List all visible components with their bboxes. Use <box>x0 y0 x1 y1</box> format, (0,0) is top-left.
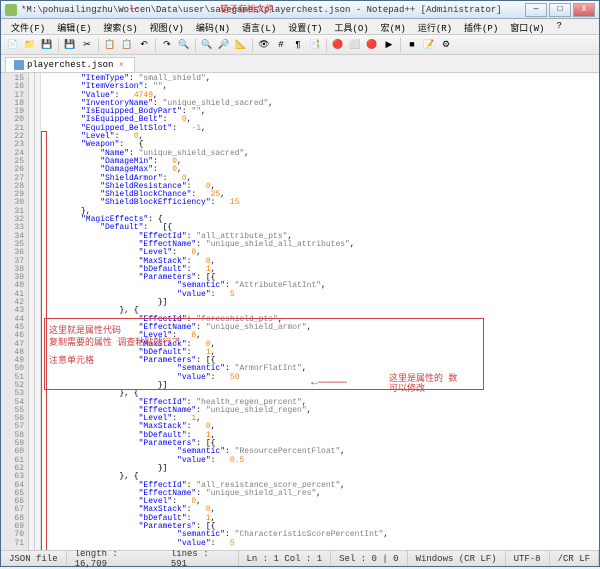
toolbar-btn-16[interactable]: 📑 <box>307 37 323 53</box>
status-sel: Sel : 0 | 0 <box>331 551 407 566</box>
toolbar-btn-8[interactable]: ↷ <box>159 37 175 53</box>
toolbar-btn-20[interactable]: ▶ <box>381 37 397 53</box>
toolbar-btn-2[interactable]: 💾 <box>39 37 55 53</box>
titlebar[interactable]: *M:\pohuailingzhu\Wolcen\Data\user\saveg… <box>1 1 599 19</box>
toolbar-btn-23[interactable]: ⚙ <box>438 37 454 53</box>
app-icon <box>5 4 17 16</box>
menu-工具(O)[interactable]: 工具(O) <box>328 19 374 34</box>
toolbar-btn-10[interactable]: 🔍 <box>199 37 215 53</box>
toolbar-btn-22[interactable]: 📝 <box>421 37 437 53</box>
toolbar-btn-21[interactable]: ■ <box>404 37 420 53</box>
toolbar-btn-12[interactable]: 📐 <box>233 37 249 53</box>
status-ins: /CR LF <box>550 551 599 566</box>
app-window: *M:\pohuailingzhu\Wolcen\Data\user\saveg… <box>0 0 600 567</box>
editor[interactable]: 15 16 17 18 19 20 21 22 23 24 25 26 27 2… <box>1 73 599 550</box>
tabbar: playerchest.json × ← 箱子存档文件 <box>1 55 599 73</box>
toolbar-btn-5[interactable]: 📋 <box>102 37 118 53</box>
tab-label: playerchest.json <box>27 60 113 70</box>
toolbar-btn-0[interactable]: 📄 <box>5 37 21 53</box>
code-content[interactable]: "ItemType": "small_shield","ItemVersion"… <box>41 73 599 550</box>
toolbar-btn-4[interactable]: ✂ <box>79 37 95 53</box>
menu-搜索(S)[interactable]: 搜索(S) <box>97 19 143 34</box>
status-length: length : 16,709 lines : 591 <box>67 551 239 566</box>
tab-close-icon[interactable]: × <box>116 60 126 70</box>
menu-编辑(E)[interactable]: 编辑(E) <box>51 19 97 34</box>
menu-窗口(W)[interactable]: 窗口(W) <box>504 19 550 34</box>
menu-语言(L)[interactable]: 语言(L) <box>236 19 282 34</box>
window-title: *M:\pohuailingzhu\Wolcen\Data\user\saveg… <box>21 5 525 15</box>
toolbar-btn-18[interactable]: ⬜ <box>347 37 363 53</box>
menubar: 文件(F)编辑(E)搜索(S)视图(V)编码(N)语言(L)设置(T)工具(O)… <box>1 19 599 35</box>
toolbar-btn-19[interactable]: 🔴 <box>364 37 380 53</box>
toolbar-btn-7[interactable]: ↶ <box>136 37 152 53</box>
toolbar-btn-1[interactable]: 📁 <box>22 37 38 53</box>
menu-插件(P)[interactable]: 插件(P) <box>458 19 504 34</box>
line-numbers: 15 16 17 18 19 20 21 22 23 24 25 26 27 2… <box>1 73 29 550</box>
toolbar-btn-9[interactable]: 🔍 <box>176 37 192 53</box>
fold-gutter[interactable] <box>29 73 41 550</box>
menu-设置(T)[interactable]: 设置(T) <box>282 19 328 34</box>
file-icon <box>14 60 24 70</box>
toolbar-btn-3[interactable]: 💾 <box>62 37 78 53</box>
maximize-button[interactable]: □ <box>549 3 571 17</box>
status-filetype: JSON file <box>1 551 67 566</box>
tab-playerchest[interactable]: playerchest.json × <box>5 57 135 72</box>
menu-文件(F)[interactable]: 文件(F) <box>5 19 51 34</box>
menu-视图(V)[interactable]: 视图(V) <box>144 19 190 34</box>
minimize-button[interactable]: — <box>525 3 547 17</box>
toolbar-btn-15[interactable]: ¶ <box>290 37 306 53</box>
status-eol: Windows (CR LF) <box>408 551 506 566</box>
menu-编码(N)[interactable]: 编码(N) <box>190 19 236 34</box>
status-pos: Ln : 1 Col : 1 <box>239 551 332 566</box>
toolbar-btn-6[interactable]: 📋 <box>119 37 135 53</box>
statusbar: JSON file length : 16,709 lines : 591 Ln… <box>1 550 599 566</box>
status-enc: UTF-8 <box>506 551 550 566</box>
toolbar-btn-11[interactable]: 🔎 <box>216 37 232 53</box>
close-button[interactable]: X <box>573 3 595 17</box>
menu-?[interactable]: ? <box>550 19 567 34</box>
toolbar-btn-17[interactable]: 🔴 <box>330 37 346 53</box>
menu-宏(M)[interactable]: 宏(M) <box>375 19 412 34</box>
toolbar-btn-14[interactable]: # <box>273 37 289 53</box>
toolbar-btn-13[interactable]: 👁 <box>256 37 272 53</box>
window-controls: — □ X <box>525 3 595 17</box>
menu-运行(R)[interactable]: 运行(R) <box>412 19 458 34</box>
toolbar: 📄📁💾💾✂📋📋↶↷🔍🔍🔎📐👁#¶📑🔴⬜🔴▶■📝⚙ <box>1 35 599 55</box>
